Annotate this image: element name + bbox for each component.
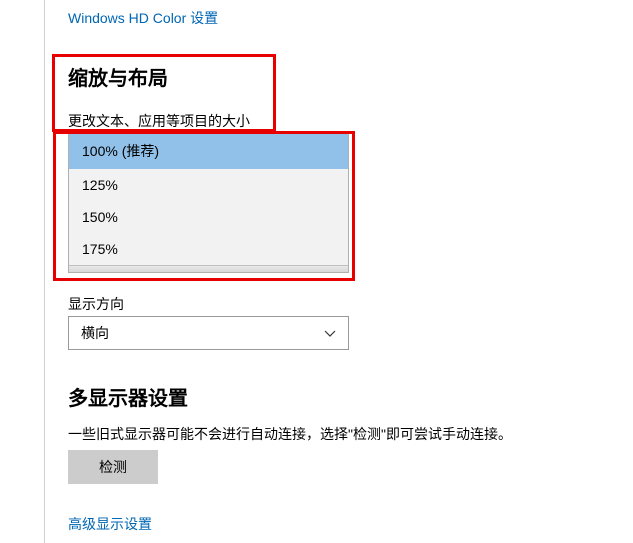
text-app-size-label: 更改文本、应用等项目的大小 [68, 111, 623, 131]
scale-option-125[interactable]: 125% [69, 169, 348, 201]
multi-display-heading: 多显示器设置 [68, 382, 188, 411]
dropdown-bottom-edge [69, 265, 348, 272]
scale-dropdown-open[interactable]: 100% (推荐) 125% 150% 175% [68, 132, 349, 273]
sidebar-divider [44, 0, 45, 543]
detect-button[interactable]: 检测 [68, 450, 158, 484]
scale-option-100[interactable]: 100% (推荐) [69, 133, 348, 169]
display-orientation-label: 显示方向 [68, 294, 124, 314]
scale-option-175[interactable]: 175% [69, 233, 348, 265]
orientation-select-value: 横向 [81, 323, 109, 343]
multi-display-desc: 一些旧式显示器可能不会进行自动连接，选择"检测"即可尝试手动连接。 [68, 424, 512, 444]
hd-color-settings-link[interactable]: Windows HD Color 设置 [68, 8, 218, 28]
advanced-display-settings-link[interactable]: 高级显示设置 [68, 514, 152, 534]
chevron-down-icon [324, 327, 336, 339]
scale-option-150[interactable]: 150% [69, 201, 348, 233]
scaling-layout-heading: 缩放与布局 [68, 62, 623, 91]
orientation-select[interactable]: 横向 [68, 316, 349, 350]
